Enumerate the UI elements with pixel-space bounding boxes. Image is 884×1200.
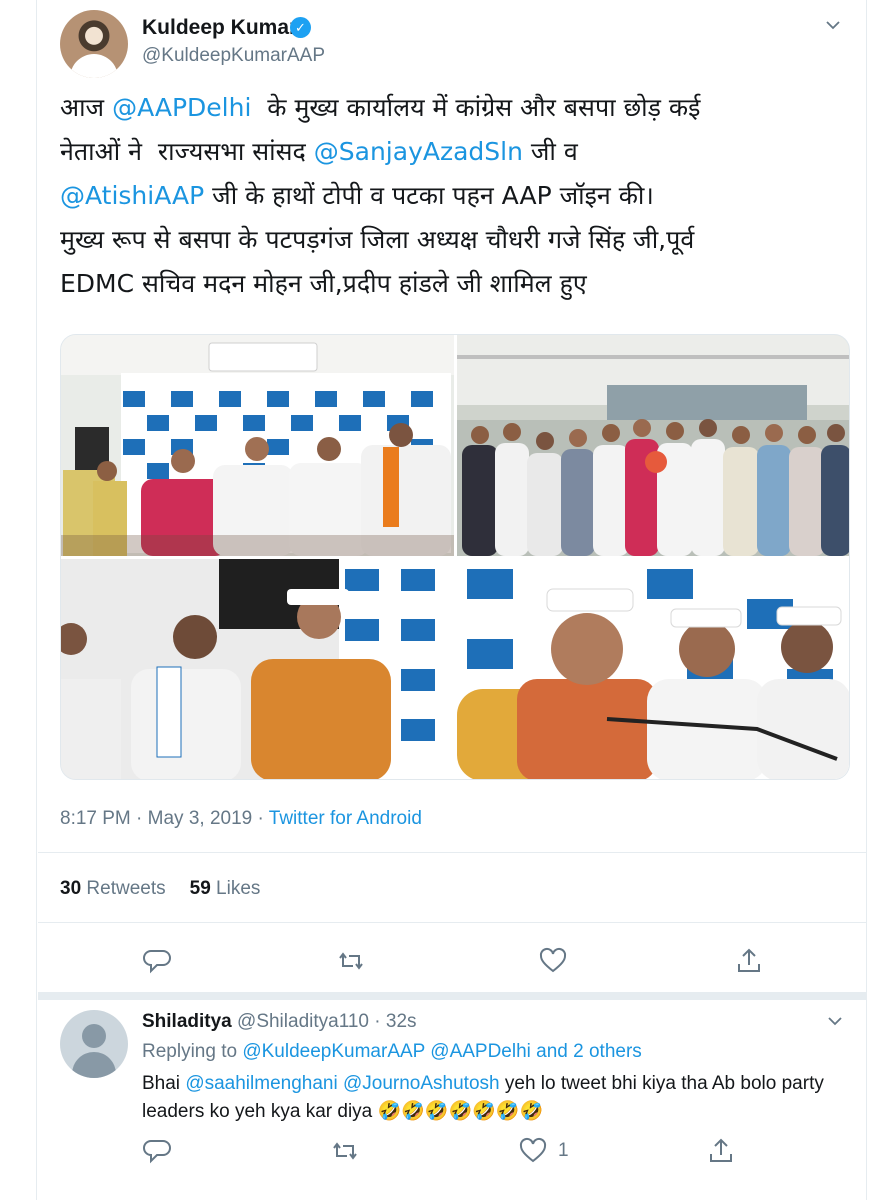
share-icon[interactable] bbox=[734, 946, 764, 976]
tweet-text-line: मुख्य रूप से बसपा के पटपड़गंज जिला अध्यक… bbox=[60, 218, 860, 262]
replying-to: Replying to @KuldeepKumarAAP @AAPDelhi a… bbox=[142, 1041, 642, 1063]
tweet-source-link[interactable]: Twitter for Android bbox=[269, 808, 422, 829]
likes-count: 59 bbox=[189, 878, 211, 899]
mention-link[interactable]: @saahilmenghani bbox=[185, 1073, 337, 1094]
reply-like-count: 1 bbox=[558, 1140, 569, 1161]
tweet-text-line: EDMC सचिव मदन मोहन जी,प्रदीप हांडले जी श… bbox=[60, 262, 860, 306]
like-icon[interactable] bbox=[518, 1136, 548, 1166]
reply-icon[interactable] bbox=[142, 946, 172, 976]
thread-separator bbox=[38, 992, 866, 1000]
tweet-text: आज @AAPDelhi के मुख्य कार्यालय में कांग्… bbox=[60, 86, 860, 306]
photo-group-hands-raised[interactable] bbox=[61, 335, 454, 556]
tweet-photo-grid bbox=[60, 334, 850, 780]
reply-text: Bhai @saahilmenghani @JournoAshutosh yeh… bbox=[142, 1070, 842, 1126]
tweet-text-line: @AtishiAAP जी के हाथों टोपी व पटका पहन A… bbox=[60, 174, 860, 218]
likes-label: Likes bbox=[216, 878, 261, 899]
chevron-down-icon[interactable] bbox=[826, 18, 840, 32]
timeline-right-border bbox=[866, 0, 867, 1200]
retweets-count: 30 bbox=[60, 878, 82, 899]
divider bbox=[38, 852, 866, 853]
retweet-icon[interactable] bbox=[330, 1136, 360, 1166]
likes-stat[interactable]: 59 Likes bbox=[190, 878, 261, 899]
tweet-timestamp: 8:17 PM · May 3, 2019 · Twitter for Andr… bbox=[60, 808, 422, 830]
verified-badge-icon: ✓ bbox=[290, 17, 311, 38]
timeline-left-border bbox=[36, 0, 37, 1200]
photo-group-outside-office[interactable] bbox=[457, 335, 849, 556]
reply-text-span: Bhai bbox=[142, 1073, 186, 1094]
reply-icon[interactable] bbox=[142, 1136, 172, 1166]
mention-link[interactable]: @AtishiAAP bbox=[60, 181, 204, 210]
author-handle[interactable]: @KuldeepKumarAAP bbox=[142, 45, 325, 67]
tweet-text-line: नेताओं ने राज्यसभा सांसद @SanjayAzadSln … bbox=[60, 130, 860, 174]
retweets-label: Retweets bbox=[86, 878, 166, 899]
tweet-text-span: नेताओं ने राज्यसभा सांसद bbox=[60, 137, 314, 166]
replying-to-targets[interactable]: @KuldeepKumarAAP @AAPDelhi and 2 others bbox=[242, 1041, 641, 1062]
reply-header: Shiladitya @Shiladitya110 · 32s bbox=[142, 1011, 417, 1033]
tweet-text-span: EDMC सचिव मदन मोहन जी,प्रदीप हांडले जी श… bbox=[60, 269, 587, 298]
tweet-text-span: के मुख्य कार्यालय में कांग्रेस और बसपा छ… bbox=[251, 93, 701, 122]
photo-press-conference[interactable] bbox=[457, 559, 849, 779]
reply-avatar[interactable] bbox=[60, 1010, 128, 1078]
author-name[interactable]: Kuldeep Kumar bbox=[142, 16, 297, 40]
chevron-down-icon[interactable] bbox=[828, 1014, 842, 1028]
reply-author-name[interactable]: Shiladitya bbox=[142, 1011, 232, 1032]
meta-separator: · bbox=[252, 808, 269, 829]
replying-to-label: Replying to bbox=[142, 1041, 243, 1062]
reply-text-span: 🤣🤣🤣🤣🤣🤣🤣 bbox=[377, 1101, 544, 1122]
tweet-time[interactable]: 8:17 PM bbox=[60, 808, 131, 829]
mention-link[interactable]: @SanjayAzadSln bbox=[314, 137, 523, 166]
tweet-date[interactable]: May 3, 2019 bbox=[148, 808, 253, 829]
reply-handle-time[interactable]: @Shiladitya110 · 32s bbox=[232, 1011, 417, 1032]
tweet-text-span: जी व bbox=[522, 137, 578, 166]
meta-separator: · bbox=[130, 808, 148, 829]
retweets-stat[interactable]: 30 Retweets bbox=[60, 878, 166, 899]
divider bbox=[38, 922, 866, 923]
tweet-text-span: जी के हाथों टोपी व पटका पहन AAP जॉइन की। bbox=[204, 181, 654, 210]
retweet-icon[interactable] bbox=[336, 946, 366, 976]
photo-cap-placing[interactable] bbox=[61, 559, 454, 779]
tweet-text-span: मुख्य रूप से बसपा के पटपड़गंज जिला अध्यक… bbox=[60, 225, 695, 254]
mention-link[interactable]: @JournoAshutosh bbox=[343, 1073, 500, 1094]
tweet-text-span: आज bbox=[60, 93, 113, 122]
like-icon[interactable] bbox=[538, 946, 568, 976]
tweet-text-line: आज @AAPDelhi के मुख्य कार्यालय में कांग्… bbox=[60, 86, 860, 130]
mention-link[interactable]: @AAPDelhi bbox=[112, 93, 251, 122]
tweet-stats: 30 Retweets 59 Likes bbox=[60, 878, 260, 900]
author-avatar[interactable] bbox=[60, 10, 128, 78]
share-icon[interactable] bbox=[706, 1136, 736, 1166]
